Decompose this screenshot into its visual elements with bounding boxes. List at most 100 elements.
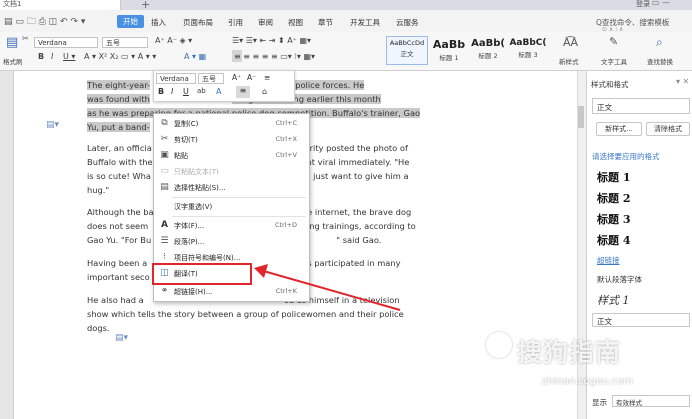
pane-controls-icon[interactable]: ▾ ✕ xyxy=(676,77,689,86)
text-tool-label[interactable]: 文字工具 xyxy=(601,56,627,66)
style-1[interactable]: 样式 1 xyxy=(597,292,630,308)
mini-italic-button[interactable]: I xyxy=(171,87,173,96)
align-icons[interactable]: ≡ ≡ ≡ ≡ ≡ ▭▾ ⁝▾ ▦▾ xyxy=(234,52,315,61)
list-icons[interactable]: ☰▾ ☰▾ ⇤ ⇥ ⬍ A⁺ ▦▾ xyxy=(232,36,311,45)
paragraph-icon: ☰ xyxy=(160,236,169,246)
arrow-head xyxy=(254,264,268,278)
menu-paragraph[interactable]: ☰ 段落(P)... xyxy=(154,234,309,250)
current-style-box[interactable]: 正文 xyxy=(592,98,690,114)
scrollbar-thumb[interactable] xyxy=(578,106,584,128)
style-heading1-preview: AaBb xyxy=(432,38,466,51)
menu-view[interactable]: 视图 xyxy=(288,17,303,28)
paste-options-icon[interactable]: ▤▾ xyxy=(115,333,128,343)
style-heading1[interactable]: AaBb 标题 1 xyxy=(429,36,469,65)
style-heading2-preview: AaBb( xyxy=(471,38,505,49)
menu-copy[interactable]: ⧉ 复制(C) Ctrl+C xyxy=(154,116,309,132)
format-painter-label[interactable]: 格式刷 xyxy=(3,56,23,66)
menu-review[interactable]: 审阅 xyxy=(258,17,273,28)
font-icon: A xyxy=(161,220,168,230)
menu-reselect-chars[interactable]: 汉字重选(V) xyxy=(154,199,309,215)
paste-special-icon: ▤ xyxy=(160,182,169,192)
watermark-text: 搜狗指南 xyxy=(517,338,622,367)
bullets-icon: ⁝ xyxy=(163,252,166,262)
mini-bold-button[interactable]: B xyxy=(158,87,164,96)
menu-developer[interactable]: 开发工具 xyxy=(350,17,380,28)
paragraph-handle-icon[interactable]: ▤▾ xyxy=(46,120,59,130)
highlight-icon[interactable]: A ▾ ▦ xyxy=(184,52,206,61)
bold-button[interactable]: B xyxy=(38,52,44,61)
mini-shrink-font-button[interactable]: A⁻ xyxy=(247,73,256,82)
cut-icon[interactable]: ✂ xyxy=(22,34,29,43)
menu-insert[interactable]: 插入 xyxy=(151,17,166,28)
font-grow-icons[interactable]: A⁺ A⁻ ◈ ▾ xyxy=(155,36,192,45)
menu-cut[interactable]: ✂ 剪切(T) Ctrl+X xyxy=(154,132,309,148)
document-tab[interactable]: 文档1 xyxy=(0,0,121,10)
heading-4-style[interactable]: 标题 4 xyxy=(597,232,630,248)
menu-paste-text-only[interactable]: ▭ 只粘贴文本(T) xyxy=(154,164,309,180)
show-label: 显示 xyxy=(592,398,607,407)
body-style-box[interactable]: 正文 xyxy=(592,313,690,327)
window-controls[interactable]: ▭ — xyxy=(652,0,670,7)
mini-font-combo[interactable]: Verdana xyxy=(156,73,196,84)
menu-references[interactable]: 引用 xyxy=(228,17,243,28)
mini-font-color-button[interactable]: A xyxy=(216,87,221,96)
underline-button[interactable]: U ▾ xyxy=(63,52,75,61)
menu-separator xyxy=(172,216,306,217)
new-style-button[interactable]: 新样式... xyxy=(596,122,642,136)
find-replace-label[interactable]: 查找替换 xyxy=(647,56,673,66)
mini-line-spacing-button[interactable]: ≡ xyxy=(264,73,270,82)
apply-format-label: 请选择要应用的格式 xyxy=(592,152,660,161)
paste-icon: ▣ xyxy=(160,150,169,160)
style-normal-name: 正文 xyxy=(400,50,414,58)
menu-chapter[interactable]: 章节 xyxy=(318,17,333,28)
new-style-icon[interactable]: A͡A xyxy=(563,36,578,49)
style-normal[interactable]: AaBbCcDd 正文 xyxy=(386,36,428,65)
menu-separator xyxy=(172,197,306,198)
menu-paste[interactable]: ▣ 粘贴 Ctrl+V xyxy=(154,148,309,164)
strike-sup-sub-icons[interactable]: A ▾ X² X₂ ▭ ▾ A ▾ ▾ xyxy=(84,52,156,61)
font-size-combo[interactable]: 五号 xyxy=(102,37,148,48)
style-heading2-name: 标题 2 xyxy=(478,52,498,60)
menu-paste-special[interactable]: ▤ 选择性粘贴(S)... xyxy=(154,180,309,196)
pane-title: 样式和格式 xyxy=(591,80,629,89)
mini-grow-font-button[interactable]: A⁺ xyxy=(232,73,241,82)
quick-access-icons[interactable]: ▤ ▭ 🗀 ⎙ ◫ ↶ ↷ ▾ xyxy=(4,14,85,30)
paste-icon[interactable]: ▤ xyxy=(6,35,18,50)
menu-font[interactable]: A 字体(F)... Ctrl+D xyxy=(154,218,309,234)
new-style-label[interactable]: 新样式 xyxy=(559,56,579,66)
italic-button[interactable]: I xyxy=(51,52,53,61)
hyperlink-icon: ⚭ xyxy=(160,286,169,296)
default-font-style[interactable]: 默认段落字体 xyxy=(597,274,642,285)
mini-clear-format-button[interactable]: ⌂ xyxy=(262,87,267,96)
search-icon[interactable]: ⌕ xyxy=(656,35,663,50)
copy-icon: ⧉ xyxy=(161,118,168,128)
mini-size-combo[interactable]: 五号 xyxy=(198,73,224,84)
show-select[interactable]: 有效样式 xyxy=(612,395,690,407)
style-heading3[interactable]: AaBbC( 标题 3 xyxy=(507,36,549,65)
login-link[interactable]: 登录 xyxy=(636,0,650,9)
style-heading2[interactable]: AaBb( 标题 2 xyxy=(469,36,507,65)
mini-highlight-button[interactable]: ab xyxy=(197,87,206,95)
heading-2-style[interactable]: 标题 2 xyxy=(597,190,630,206)
heading-1-style[interactable]: 标题 1 xyxy=(597,169,630,185)
menu-start[interactable]: 开始 xyxy=(117,15,144,28)
mini-align-button[interactable]: ≡ xyxy=(236,86,250,98)
hyperlink-style[interactable]: 超链接 xyxy=(597,255,620,266)
mini-toolbar: Verdana 五号 A⁺ A⁻ ≡ B I U ab A ≡ ⌂ xyxy=(153,70,295,102)
style-heading3-name: 标题 3 xyxy=(518,51,538,59)
watermark-url: zhinan.sogou.com xyxy=(542,376,634,387)
annotation-arrow xyxy=(254,264,401,311)
sogou-logo-icon xyxy=(486,332,512,358)
font-name-combo[interactable]: Verdana xyxy=(34,37,98,48)
clear-format-button[interactable]: 清除格式 xyxy=(646,122,690,136)
style-heading3-preview: AaBbC( xyxy=(509,38,547,48)
mini-underline-button[interactable]: U xyxy=(183,87,189,96)
menu-cloud[interactable]: 云服务 xyxy=(396,17,419,28)
translate-highlight-box xyxy=(152,263,252,285)
menu-page-layout[interactable]: 页面布局 xyxy=(183,17,213,28)
heading-3-style[interactable]: 标题 3 xyxy=(597,211,630,227)
paste-text-icon: ▭ xyxy=(160,166,169,176)
menu-bar xyxy=(0,10,692,33)
text-tool-icon[interactable]: ✎ xyxy=(609,35,618,48)
document-tab-label: 文档1 xyxy=(3,0,22,8)
